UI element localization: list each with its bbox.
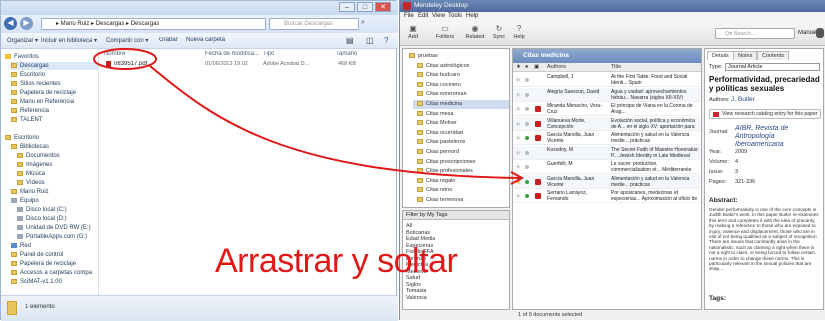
highlight-circle bbox=[93, 48, 157, 70]
drag-arrow-line bbox=[149, 65, 521, 179]
drag-and-drop-caption: Arrastrar y soltar bbox=[215, 242, 458, 280]
